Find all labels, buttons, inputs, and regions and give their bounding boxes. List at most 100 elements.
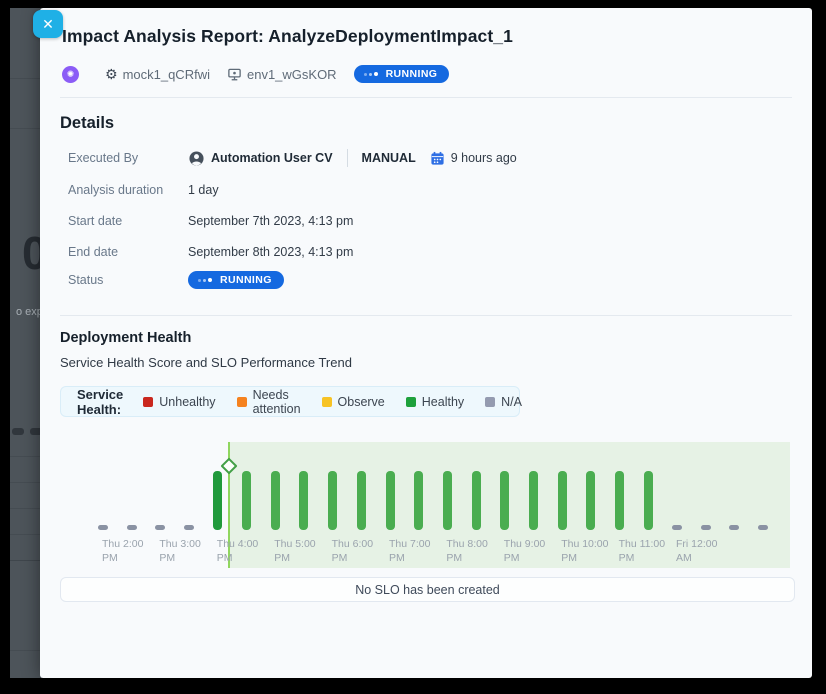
status-badge: RUNNING (354, 65, 450, 84)
health-bar[interactable] (443, 471, 452, 530)
executed-by-label: Executed By (68, 151, 188, 165)
health-bar[interactable] (558, 471, 567, 530)
detail-row-start-date: Start date September 7th 2023, 4:13 pm (68, 211, 788, 231)
background-row-line (10, 534, 42, 535)
background-row-line (10, 482, 42, 483)
legend-item-unhealthy: Unhealthy (143, 395, 215, 409)
background-page: 0 o exp (10, 8, 42, 678)
legend-swatch-icon (322, 397, 332, 407)
health-bar-na[interactable] (758, 525, 768, 530)
legend-title: Service Health: (77, 387, 123, 417)
details-heading: Details (60, 114, 114, 133)
legend-swatch-icon (406, 397, 416, 407)
running-dots-icon (198, 278, 214, 282)
health-bar[interactable] (615, 471, 624, 530)
x-axis-label: Thu 7:00PM (389, 538, 430, 565)
health-bar[interactable] (500, 471, 509, 530)
health-bar[interactable] (586, 471, 595, 530)
duration-value: 1 day (188, 183, 219, 197)
health-bar[interactable] (644, 471, 653, 530)
service-health-chart: Thu 2:00PM Thu 3:00PM Thu 4:00PM Thu 5:00PM… (60, 430, 795, 570)
slo-empty-box: No SLO has been created (60, 577, 795, 602)
health-bar[interactable] (242, 471, 251, 530)
background-divider (10, 78, 42, 79)
health-bar-na[interactable] (701, 525, 711, 530)
legend-swatch-icon (143, 397, 153, 407)
status-badge: RUNNING (188, 271, 284, 290)
status-badge-label: RUNNING (386, 69, 438, 80)
detail-row-duration: Analysis duration 1 day (68, 180, 788, 200)
legend-item-observe: Observe (322, 395, 385, 409)
section-divider (60, 315, 792, 316)
x-axis-label: Thu 5:00PM (274, 538, 315, 565)
chart-subtitle: Service Health Score and SLO Performance… (60, 355, 352, 370)
health-bar-na[interactable] (98, 525, 108, 530)
value-divider (347, 149, 348, 167)
user-icon (188, 150, 205, 167)
slo-empty-message: No SLO has been created (355, 583, 500, 597)
start-date-label: Start date (68, 214, 188, 228)
detail-row-status: Status RUNNING (68, 270, 788, 290)
status-badge-label: RUNNING (220, 275, 272, 286)
health-bar-na[interactable] (184, 525, 194, 530)
background-row-line (10, 560, 42, 561)
legend-item-label: Healthy (422, 395, 464, 409)
health-bar[interactable] (271, 471, 280, 530)
environment-ref: env1_wGsKOR (227, 67, 337, 82)
close-icon: ✕ (42, 16, 54, 33)
legend-item-label: Observe (338, 395, 385, 409)
executed-time: 9 hours ago (451, 151, 517, 165)
status-label: Status (68, 273, 188, 287)
health-bar[interactable] (328, 471, 337, 530)
x-axis-label: Thu 8:00PM (446, 538, 487, 565)
health-bar-na[interactable] (127, 525, 137, 530)
start-date-value: September 7th 2023, 4:13 pm (188, 214, 353, 228)
x-axis-label: Thu 3:00PM (159, 538, 200, 565)
health-bar-na[interactable] (672, 525, 682, 530)
health-bar[interactable] (386, 471, 395, 530)
background-divider (10, 128, 42, 129)
detail-row-executed-by: Executed By Automation User CV MANUAL 9 … (68, 148, 788, 168)
x-axis-label: Thu 6:00PM (332, 538, 373, 565)
legend-bar: Service Health: Unhealthy Needs attention… (60, 386, 520, 417)
health-bar[interactable] (299, 471, 308, 530)
health-bar[interactable] (472, 471, 481, 530)
environment-icon (227, 67, 242, 82)
legend-item-needs-attention: Needs attention (237, 388, 301, 416)
automation-avatar-icon: ✺ (62, 66, 79, 83)
background-chart-dash (12, 428, 24, 435)
close-button[interactable]: ✕ (33, 10, 63, 38)
background-partial-text: o exp (16, 306, 42, 318)
gear-icon: ⚙ (105, 67, 118, 81)
report-meta-row: ✺ ⚙ mock1_qCRfwi env1_wGsKOR RUNNING (62, 63, 449, 85)
deployment-health-heading: Deployment Health (60, 330, 191, 346)
health-bar[interactable] (414, 471, 423, 530)
executed-by-user: Automation User CV (211, 151, 333, 165)
x-axis-label: Fri 12:00AM (676, 538, 717, 565)
x-axis-label: Thu 10:00PM (561, 538, 608, 565)
trigger-type: MANUAL (362, 151, 416, 165)
legend-swatch-icon (237, 397, 247, 407)
header-divider (60, 97, 792, 98)
background-row-line (10, 456, 42, 457)
legend-swatch-icon (485, 397, 495, 407)
running-dots-icon (364, 72, 380, 76)
health-bar[interactable] (213, 471, 222, 530)
legend-item-n-a: N/A (485, 395, 522, 409)
background-row-line (10, 508, 42, 509)
x-axis-label: Thu 11:00PM (619, 538, 666, 565)
impact-report-drawer: Impact Analysis Report: AnalyzeDeploymen… (40, 8, 812, 678)
automation-name: mock1_qCRfwi (123, 67, 210, 82)
health-bar[interactable] (357, 471, 366, 530)
health-bar[interactable] (529, 471, 538, 530)
automation-ref: ⚙ mock1_qCRfwi (105, 67, 210, 82)
legend-item-label: Unhealthy (159, 395, 215, 409)
health-bar-na[interactable] (155, 525, 165, 530)
legend-item-healthy: Healthy (406, 395, 464, 409)
end-date-label: End date (68, 245, 188, 259)
legend-item-label: Needs attention (253, 388, 301, 416)
end-date-value: September 8th 2023, 4:13 pm (188, 245, 353, 259)
health-bar-na[interactable] (729, 525, 739, 530)
x-axis-label: Thu 2:00PM (102, 538, 143, 565)
x-axis-label: Thu 4:00PM (217, 538, 258, 565)
